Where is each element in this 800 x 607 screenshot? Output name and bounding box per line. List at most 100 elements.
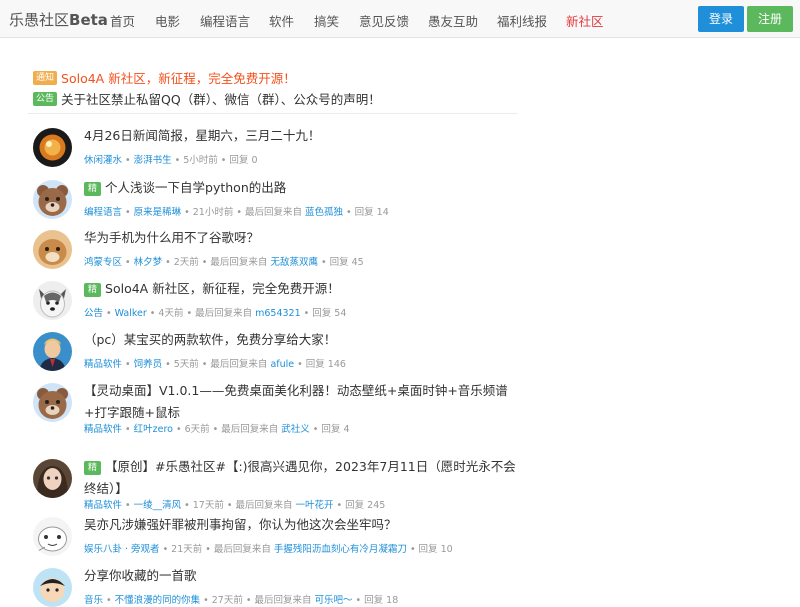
meta-separator: • xyxy=(212,424,219,435)
topic-title-text[interactable]: 分享你收藏的一首歌 xyxy=(84,568,197,583)
user-avatar[interactable] xyxy=(33,332,72,371)
meta-separator: • xyxy=(297,359,303,370)
notice-text[interactable]: Solo4A 新社区，新征程，完全免费开源！ xyxy=(61,71,296,86)
topic-author-link[interactable]: 红叶zero xyxy=(134,424,173,435)
topic-meta: 音乐 • 不懂浪漫的同的你集 • 27天前 • 最后回复来自 可乐吧～ • 回复 18 xyxy=(84,592,398,606)
nav-home[interactable]: 首页 xyxy=(110,11,135,30)
meta-separator: • xyxy=(106,595,112,606)
topic-title[interactable]: 4月26日新闻简报，星期六，三月二十九！ xyxy=(84,125,524,147)
last-reply-user-link[interactable]: 武社义 xyxy=(281,424,310,435)
announcement-text[interactable]: 关于社区禁止私留QQ（群）、微信（群）、公众号的声明！ xyxy=(61,92,381,107)
last-reply-label: 最后回复来自 xyxy=(210,257,268,268)
last-reply-user-link[interactable]: 一叶花开 xyxy=(296,500,334,511)
meta-separator: • xyxy=(162,544,169,555)
user-avatar[interactable] xyxy=(33,180,72,219)
notice-item[interactable]: 通知 Solo4A 新社区，新征程，完全免费开源！ xyxy=(33,68,296,86)
topic-title-text[interactable]: Solo4A 新社区，新征程，完全免费开源！ xyxy=(105,281,340,296)
login-button[interactable]: 登录 xyxy=(698,6,744,32)
reply-label: 回复 xyxy=(418,544,438,555)
user-avatar[interactable] xyxy=(33,517,72,556)
site-logo[interactable]: 乐愚社区Beta xyxy=(9,9,108,30)
reply-label: 回复 xyxy=(229,155,249,166)
topic-category-link[interactable]: 公告 xyxy=(84,308,103,319)
essence-badge: 精 xyxy=(84,460,102,475)
topic-title-text[interactable]: 吴亦凡涉嫌强奸罪被刑事拘留，你认为他这次会坐牢吗？ xyxy=(84,517,397,532)
topic-category-link[interactable]: 休闲灌水 xyxy=(84,155,122,166)
meta-separator: • xyxy=(175,424,182,435)
divider xyxy=(28,113,518,114)
user-avatar[interactable] xyxy=(33,459,72,498)
topic-time: 21小时前 xyxy=(192,207,234,218)
topic-title[interactable]: 【灵动桌面】V1.0.1——免费桌面美化利器！动态壁纸+桌面时钟+音乐频谱+打字… xyxy=(84,380,524,424)
topic-title-text[interactable]: 华为手机为什么用不了谷歌呀？ xyxy=(84,230,259,245)
topic-author-link[interactable]: 澎湃书生 xyxy=(134,155,172,166)
topic-title-text[interactable]: （pc）某宝买的两款软件，免费分享给大家！ xyxy=(84,332,336,347)
last-reply-label: 最后回复来自 xyxy=(210,359,268,370)
meta-separator: • xyxy=(125,424,131,435)
register-button[interactable]: 注册 xyxy=(747,6,793,32)
nav-funny[interactable]: 搞笑 xyxy=(314,11,339,30)
topic-author-link[interactable]: Walker xyxy=(115,308,147,319)
topic-meta: 编程语言 • 原来是稀琳 • 21小时前 • 最后回复来自 蓝色孤独 • 回复 14 xyxy=(84,204,389,218)
nav-movies[interactable]: 电影 xyxy=(155,11,180,30)
topic-title[interactable]: 分享你收藏的一首歌 xyxy=(84,565,524,587)
topic-meta: 娱乐八卦 · 旁观者 • 21天前 • 最后回复来自 手握残阳沥血刻心有冷月凝霜刀 • 回复… xyxy=(84,541,453,555)
last-reply-user-link[interactable]: m654321 xyxy=(255,308,301,319)
topic-time: 27天前 xyxy=(211,595,243,606)
topic-author-link[interactable]: 不懂浪漫的同的你集 xyxy=(115,595,201,606)
topic-category-link[interactable]: 编程语言 xyxy=(84,207,122,218)
nav-software[interactable]: 软件 xyxy=(269,11,294,30)
nav-feedback[interactable]: 意见反馈 xyxy=(359,11,409,30)
meta-separator: • xyxy=(409,544,416,555)
topic-category-link[interactable]: 精品软件 xyxy=(84,424,122,435)
topic-author-link[interactable]: 一绫__清风 xyxy=(134,500,182,511)
meta-separator: • xyxy=(165,257,171,268)
reply-label: 回复 xyxy=(364,595,384,606)
nav-new-community[interactable]: 新社区 xyxy=(566,11,604,30)
topic-title-text[interactable]: 4月26日新闻简报，星期六，三月二十九！ xyxy=(84,128,320,143)
topic-title-text[interactable]: 个人浅谈一下自学python的出路 xyxy=(105,180,286,195)
last-reply-user-link[interactable]: afule xyxy=(270,359,294,370)
topic-author-link[interactable]: 原来是稀琳 xyxy=(134,207,182,218)
topic-category-link[interactable]: 精品软件 xyxy=(84,359,122,370)
topic-category-link[interactable]: 精品软件 xyxy=(84,500,122,511)
user-avatar[interactable] xyxy=(33,383,72,422)
last-reply-label: 最后回复来自 xyxy=(235,500,293,511)
topic-author-link[interactable]: 林夕梦 xyxy=(134,257,163,268)
user-avatar[interactable] xyxy=(33,128,72,167)
topic-title[interactable]: 精 Solo4A 新社区，新征程，完全免费开源！ xyxy=(84,278,524,300)
topic-category-link[interactable]: 鸿蒙专区 xyxy=(84,257,122,268)
topic-title-text[interactable]: 【原创】#乐愚社区#【:)很高兴遇见你，2023年7月11日（愿时光永不会终结）… xyxy=(84,459,516,496)
topic-title[interactable]: 华为手机为什么用不了谷歌呀？ xyxy=(84,227,524,249)
user-avatar[interactable] xyxy=(33,568,72,607)
nav-deals[interactable]: 福利线报 xyxy=(497,11,547,30)
user-avatar[interactable] xyxy=(33,281,72,320)
last-reply-user-link[interactable]: 手握残阳沥血刻心有冷月凝霜刀 xyxy=(274,544,407,555)
meta-separator: • xyxy=(106,308,112,319)
topic-time: 2天前 xyxy=(173,257,199,268)
topic-title[interactable]: （pc）某宝买的两款软件，免费分享给大家！ xyxy=(84,329,524,351)
user-avatar[interactable] xyxy=(33,230,72,269)
last-reply-user-link[interactable]: 蓝色孤独 xyxy=(305,207,343,218)
announcement-item[interactable]: 公告 关于社区禁止私留QQ（群）、微信（群）、公众号的声明！ xyxy=(33,89,381,107)
topic-title-text[interactable]: 【灵动桌面】V1.0.1——免费桌面美化利器！动态壁纸+桌面时钟+音乐频谱+打字… xyxy=(84,383,508,420)
nav-programming[interactable]: 编程语言 xyxy=(200,11,250,30)
last-reply-user-link[interactable]: 可乐吧～ xyxy=(315,595,353,606)
topic-title[interactable]: 吴亦凡涉嫌强奸罪被刑事拘留，你认为他这次会坐牢吗？ xyxy=(84,514,524,536)
meta-separator: • xyxy=(220,155,227,166)
essence-badge: 精 xyxy=(84,181,102,196)
announcement-badge: 公告 xyxy=(33,91,58,106)
meta-separator: • xyxy=(203,595,209,606)
nav-mutual-help[interactable]: 愚友互助 xyxy=(428,11,478,30)
topic-title[interactable]: 精个人浅谈一下自学python的出路 xyxy=(84,177,524,199)
last-reply-user-link[interactable]: 无敌蒸双鹰 xyxy=(270,257,318,268)
topic-category-link[interactable]: 音乐 xyxy=(84,595,103,606)
last-reply-label: 最后回复来自 xyxy=(195,308,253,319)
reply-count: 245 xyxy=(367,500,386,511)
topic-author-link[interactable]: 饲养员 xyxy=(134,359,163,370)
topic-category-link[interactable]: 娱乐八卦 · 旁观者 xyxy=(84,544,160,555)
meta-separator: • xyxy=(205,544,211,555)
topic-time: 17天前 xyxy=(192,500,224,511)
topic-title[interactable]: 精【原创】#乐愚社区#【:)很高兴遇见你，2023年7月11日（愿时光永不会终结… xyxy=(84,456,524,500)
meta-separator: • xyxy=(125,500,131,511)
